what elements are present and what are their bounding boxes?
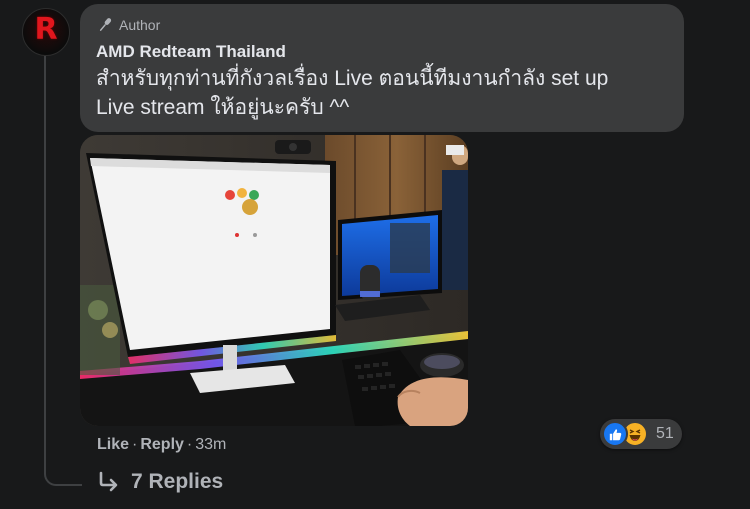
comment-bubble: Author AMD Redteam Thailand สำหรับทุกท่า… <box>80 4 684 132</box>
reply-button[interactable]: Reply <box>140 436 184 454</box>
like-icon <box>602 421 628 447</box>
like-button[interactable]: Like <box>97 436 129 454</box>
avatar-logo-letter: R <box>34 12 58 47</box>
reaction-summary[interactable]: 51 <box>600 419 682 449</box>
comment-photo[interactable] <box>80 135 468 426</box>
view-replies-button[interactable]: 7 Replies <box>97 470 223 494</box>
comment-author-name[interactable]: AMD Redteam Thailand <box>96 42 668 62</box>
replies-count-label: 7 Replies <box>131 470 224 493</box>
author-badge-label: Author <box>119 17 161 33</box>
microphone-icon <box>99 18 112 31</box>
reply-arrow-icon <box>99 471 118 492</box>
action-separator: · <box>132 436 138 453</box>
comment-text: สำหรับทุกท่านที่กังวลเรื่อง Live ตอนนี้ท… <box>96 67 609 119</box>
comment-actions: Like · Reply · 33m <box>97 436 226 454</box>
author-badge: Author <box>96 14 668 36</box>
photo-scene <box>80 135 468 426</box>
comment-timestamp[interactable]: 33m <box>195 436 226 454</box>
reaction-count: 51 <box>656 425 674 442</box>
thread-connector-line <box>44 56 82 486</box>
avatar[interactable]: R <box>22 8 70 56</box>
action-separator: · <box>186 436 193 453</box>
